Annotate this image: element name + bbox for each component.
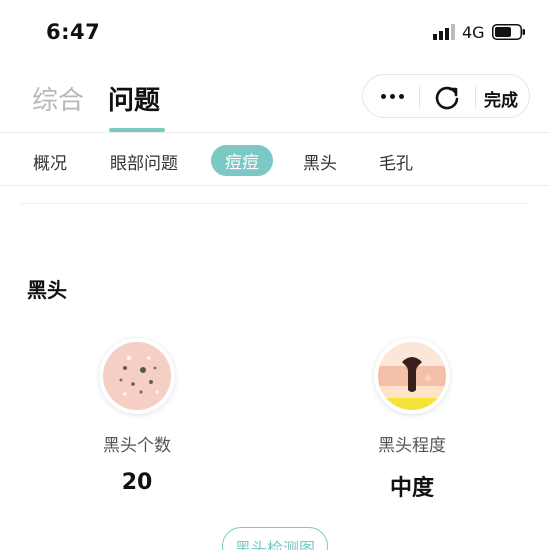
ellipsis-icon[interactable] xyxy=(377,83,407,109)
category-tab-eye[interactable]: 眼部问题 xyxy=(110,149,178,174)
blackhead-map-button[interactable]: 黑头检测图 xyxy=(222,527,328,550)
battery-icon xyxy=(492,24,525,40)
done-button[interactable]: 完成 xyxy=(484,86,518,111)
category-tab-blackheads[interactable]: 黑头 xyxy=(303,149,337,174)
content-divider xyxy=(20,203,530,204)
category-tab-acne[interactable]: 痘痘 xyxy=(211,145,273,176)
status-bar: 6:47 4G xyxy=(0,0,550,64)
blackhead-severity-value: 中度 xyxy=(389,476,434,501)
skin-dots-icon xyxy=(99,338,175,414)
header-divider xyxy=(0,132,550,133)
capsule-divider xyxy=(475,85,476,109)
signal-icon xyxy=(433,24,455,40)
category-tab-overview[interactable]: 概况 xyxy=(33,149,67,174)
tab-problems[interactable]: 问题 xyxy=(108,80,160,117)
blackhead-severity-label: 黑头程度 xyxy=(378,436,446,456)
status-time: 6:47 xyxy=(46,20,101,44)
capsule-divider xyxy=(419,85,420,109)
refresh-icon[interactable] xyxy=(433,83,461,111)
blackhead-count-value: 20 xyxy=(121,470,153,495)
blackhead-count-label: 黑头个数 xyxy=(103,436,171,456)
category-divider xyxy=(0,185,550,186)
pore-severity-icon xyxy=(374,338,450,414)
mini-program-capsule: 完成 xyxy=(362,74,530,118)
tab-overview[interactable]: 综合 xyxy=(32,80,84,117)
network-label: 4G xyxy=(462,23,485,42)
section-title: 黑头 xyxy=(27,278,67,302)
category-tab-pores[interactable]: 毛孔 xyxy=(379,149,413,174)
